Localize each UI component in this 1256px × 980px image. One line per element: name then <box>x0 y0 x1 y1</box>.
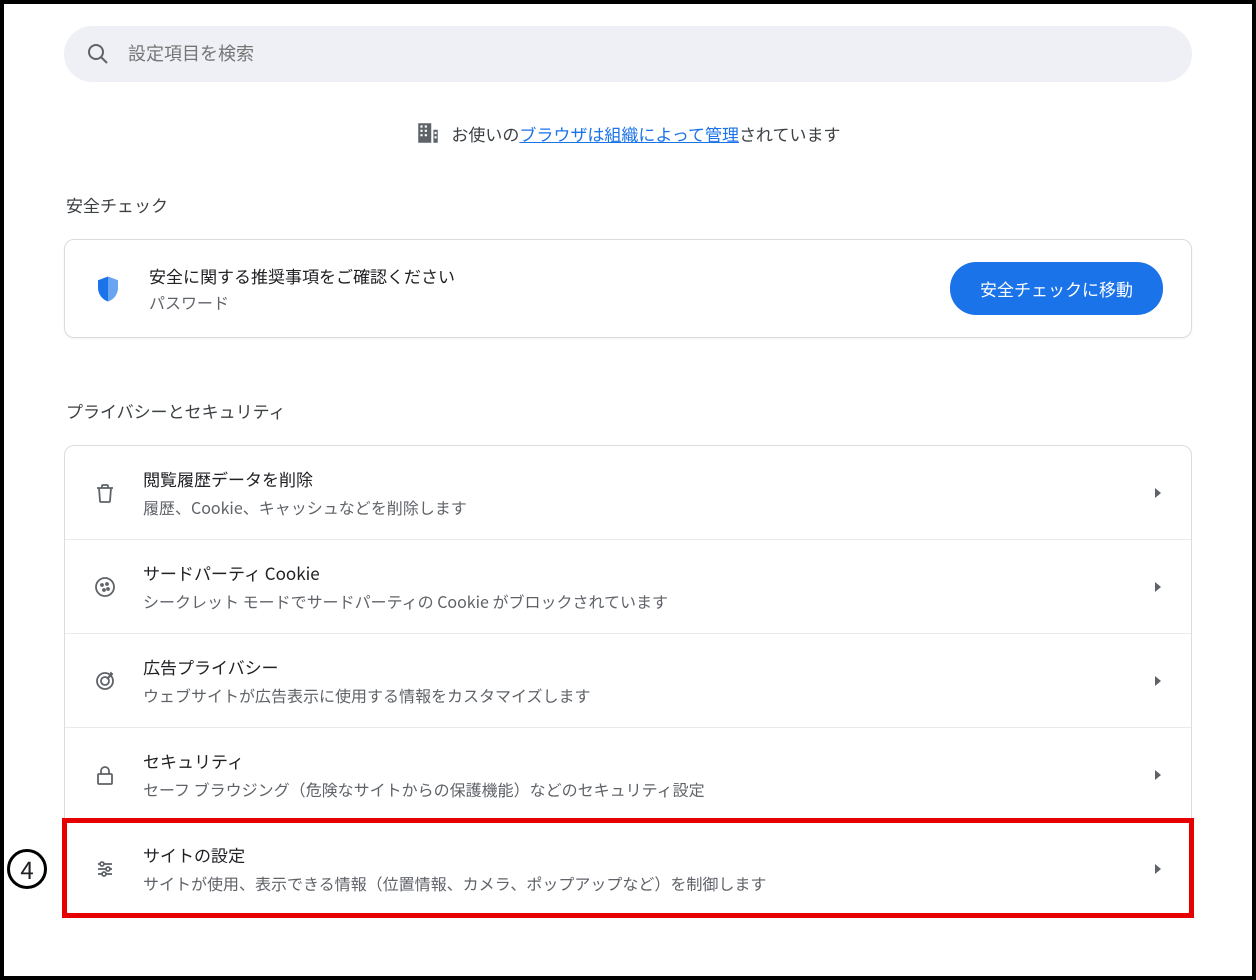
item-subtitle: 履歴、Cookie、キャッシュなどを削除します <box>143 495 1143 519</box>
privacy-security-card: 閲覧履歴データを削除 履歴、Cookie、キャッシュなどを削除します <box>64 445 1192 916</box>
item-title: セキュリティ <box>143 748 1143 773</box>
go-to-safety-check-button[interactable]: 安全チェックに移動 <box>950 262 1163 315</box>
sliders-icon <box>93 857 117 881</box>
ad-target-icon <box>93 669 117 693</box>
chevron-right-icon <box>1153 676 1163 686</box>
safety-check-heading: 安全チェック <box>64 192 1192 217</box>
managed-by-org-link[interactable]: ブラウザは組織によって管理 <box>519 121 739 146</box>
item-text: セキュリティ セーフ ブラウジング（危険なサイトからの保護機能）などのセキュリテ… <box>143 748 1143 801</box>
search-bar[interactable] <box>64 26 1192 82</box>
item-subtitle: シークレット モードでサードパーティの Cookie がブロックされています <box>143 589 1143 613</box>
item-subtitle: ウェブサイトが広告表示に使用する情報をカスタマイズします <box>143 683 1143 707</box>
privacy-item-security[interactable]: セキュリティ セーフ ブラウジング（危険なサイトからの保護機能）などのセキュリテ… <box>65 727 1191 821</box>
shield-icon <box>93 274 123 304</box>
item-title: 広告プライバシー <box>143 654 1143 679</box>
lock-icon <box>93 763 117 787</box>
settings-content: お使いの ブラウザは組織によって管理 されています 安全チェック 安全に関する推… <box>64 26 1192 946</box>
chevron-right-icon <box>1153 488 1163 498</box>
item-text: サードパーティ Cookie シークレット モードでサードパーティの Cooki… <box>143 560 1143 613</box>
privacy-item-clear-data[interactable]: 閲覧履歴データを削除 履歴、Cookie、キャッシュなどを削除します <box>65 446 1191 539</box>
privacy-security-heading: プライバシーとセキュリティ <box>64 398 1192 423</box>
managed-by-org-banner: お使いの ブラウザは組織によって管理 されています <box>64 120 1192 146</box>
chevron-right-icon <box>1153 582 1163 592</box>
managed-text-suffix: されています <box>739 121 841 146</box>
privacy-item-cookies[interactable]: サードパーティ Cookie シークレット モードでサードパーティの Cooki… <box>65 539 1191 633</box>
privacy-item-ad-privacy[interactable]: 広告プライバシー ウェブサイトが広告表示に使用する情報をカスタマイズします <box>65 633 1191 727</box>
privacy-item-site-settings[interactable]: 4 サイトの設定 サイトが使用、表示できる情報（位置情報、カメラ、ポップアップな… <box>65 821 1191 915</box>
safety-subtitle: パスワード <box>149 290 950 314</box>
chevron-right-icon <box>1153 770 1163 780</box>
item-subtitle: サイトが使用、表示できる情報（位置情報、カメラ、ポップアップなど）を制御します <box>143 871 1143 895</box>
settings-page-frame: お使いの ブラウザは組織によって管理 されています 安全チェック 安全に関する推… <box>0 0 1256 980</box>
cookie-icon <box>93 575 117 599</box>
item-text: 広告プライバシー ウェブサイトが広告表示に使用する情報をカスタマイズします <box>143 654 1143 707</box>
item-text: 閲覧履歴データを削除 履歴、Cookie、キャッシュなどを削除します <box>143 466 1143 519</box>
step-badge: 4 <box>7 849 47 889</box>
item-title: サイトの設定 <box>143 842 1143 867</box>
item-text: サイトの設定 サイトが使用、表示できる情報（位置情報、カメラ、ポップアップなど）… <box>143 842 1143 895</box>
managed-text-prefix: お使いの <box>451 121 519 146</box>
search-icon <box>86 42 110 66</box>
trash-icon <box>93 481 117 505</box>
item-title: 閲覧履歴データを削除 <box>143 466 1143 491</box>
safety-text-block: 安全に関する推奨事項をご確認ください パスワード <box>149 263 950 314</box>
safety-title: 安全に関する推奨事項をご確認ください <box>149 263 950 288</box>
safety-check-card: 安全に関する推奨事項をご確認ください パスワード 安全チェックに移動 <box>64 239 1192 338</box>
search-input[interactable] <box>126 43 1170 66</box>
item-title: サードパーティ Cookie <box>143 560 1143 585</box>
building-icon <box>415 120 441 146</box>
chevron-right-icon <box>1153 864 1163 874</box>
item-subtitle: セーフ ブラウジング（危険なサイトからの保護機能）などのセキュリティ設定 <box>143 777 1143 801</box>
